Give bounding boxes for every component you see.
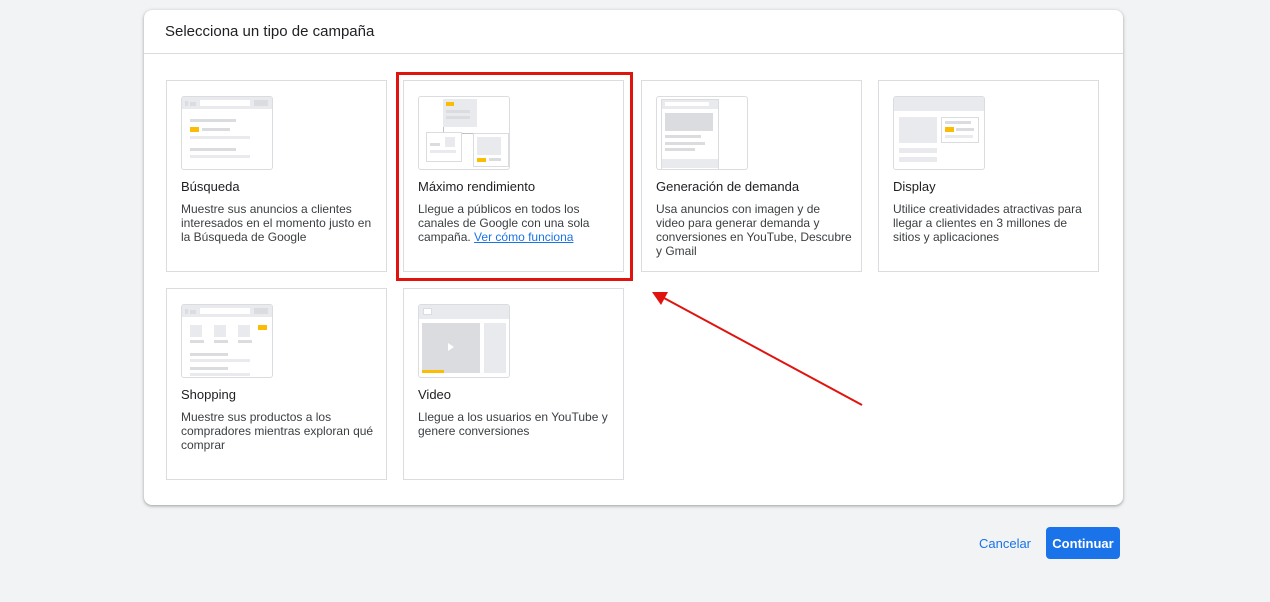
card-description: Muestre sus productos a los compradores … [181,410,374,452]
card-description: Utilice creatividades atractivas para ll… [893,202,1082,244]
display-illustration-icon [893,96,985,170]
shopping-illustration-icon [181,304,273,378]
card-title: Búsqueda [181,179,240,194]
card-title: Video [418,387,452,402]
video-illustration-icon [418,304,510,378]
card-search[interactable]: Búsqueda Muestre sus anuncios a clientes… [166,80,387,272]
search-illustration-icon [181,96,273,170]
card-shopping[interactable]: Shopping Muestre sus productos a los com… [166,288,387,480]
card-title: Shopping [181,387,236,402]
card-title: Generación de demanda [656,179,800,194]
continue-button[interactable]: Continuar [1046,527,1120,559]
card-description: Muestre sus anuncios a clientes interesa… [181,202,372,244]
demand-gen-illustration-icon [656,96,748,170]
dialog-title: Selecciona un tipo de campaña [144,10,1123,54]
cancel-button[interactable]: Cancelar [970,528,1040,558]
see-how-it-works-link[interactable]: Ver cómo funciona [474,230,573,244]
card-description: Llegue a públicos en todos los canales d… [418,202,590,244]
card-description: Llegue a los usuarios en YouTube y gener… [418,410,608,438]
card-display[interactable]: Display Utilice creatividades atractivas… [878,80,1099,272]
card-demand-gen[interactable]: Generación de demanda Usa anuncios con i… [641,80,862,272]
performance-max-illustration-icon [418,96,510,170]
card-description: Usa anuncios con imagen y de video para … [656,202,852,258]
card-performance-max[interactable]: Máximo rendimiento Llegue a públicos en … [403,80,624,272]
card-title: Máximo rendimiento [418,179,536,194]
card-title: Display [893,179,936,194]
card-video[interactable]: Video Llegue a los usuarios en YouTube y… [403,288,624,480]
